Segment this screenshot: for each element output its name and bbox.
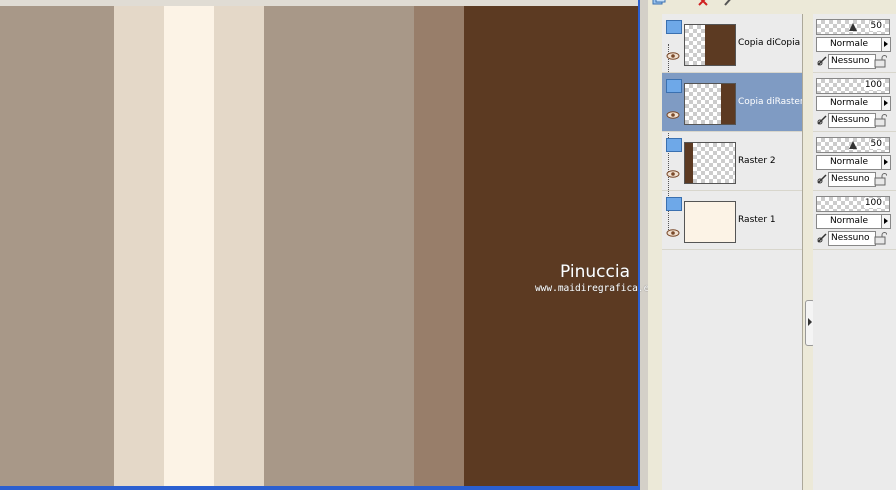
link-icon[interactable]	[816, 173, 828, 185]
layer-thumbnail[interactable]	[684, 142, 736, 184]
canvas-border	[638, 0, 640, 490]
layer-name[interactable]: Raster 1	[738, 215, 802, 225]
opacity-value: 50	[869, 21, 883, 31]
layer-thumbnail[interactable]	[684, 201, 736, 243]
canvas-stripe	[214, 6, 264, 486]
layer-row[interactable]: Copia diCopia c	[662, 14, 802, 73]
edit-icon[interactable]	[722, 0, 736, 6]
canvas-image[interactable]	[0, 6, 640, 486]
opacity-value: 100	[863, 198, 883, 208]
layer-thumbnail[interactable]	[684, 83, 736, 125]
opacity-slider-marker[interactable]	[849, 23, 857, 31]
mask-select[interactable]: Nessuno	[828, 172, 876, 187]
canvas-stripe	[264, 6, 414, 486]
blend-mode-select[interactable]: Normale	[816, 96, 882, 111]
link-icon[interactable]	[816, 232, 828, 244]
layer-properties-panel: 50 Normale Nessuno 100 Normale Nessuno 50 Norma…	[813, 14, 896, 490]
raster-layer-icon[interactable]	[666, 197, 682, 211]
canvas-stripe	[0, 6, 114, 486]
opacity-slider[interactable]: 100	[816, 78, 890, 94]
layer-properties-row: 100 Normale Nessuno	[813, 73, 896, 132]
layer-name[interactable]: Raster 2	[738, 156, 802, 166]
raster-layer-icon[interactable]	[666, 79, 682, 93]
layers-toolbar	[648, 0, 896, 8]
blend-mode-select[interactable]: Normale	[816, 37, 882, 52]
layer-row[interactable]: Raster 2	[662, 132, 802, 191]
opacity-slider[interactable]: 50	[816, 137, 890, 153]
layer-name[interactable]: Copia diCopia c	[738, 38, 802, 48]
mask-select[interactable]: Nessuno	[828, 113, 876, 128]
lock-icon[interactable]	[873, 231, 887, 245]
canvas-stripe	[464, 6, 640, 486]
mask-select[interactable]: Nessuno	[828, 54, 876, 69]
eye-icon[interactable]	[666, 111, 680, 119]
opacity-value: 100	[863, 80, 883, 90]
layer-list: Copia diCopia c Copia diRaster 2 Raster 2 R…	[662, 14, 803, 490]
layer-properties-row: 100 Normale Nessuno	[813, 191, 896, 250]
lock-icon[interactable]	[873, 113, 887, 127]
blend-mode-select[interactable]: Normale	[816, 214, 882, 229]
chevron-right-icon	[808, 318, 812, 326]
lock-icon[interactable]	[873, 54, 887, 68]
mask-select[interactable]: Nessuno	[828, 231, 876, 246]
opacity-value: 50	[869, 139, 883, 149]
link-icon[interactable]	[816, 55, 828, 67]
raster-layer-icon[interactable]	[666, 20, 682, 34]
canvas-border-bottom	[0, 486, 640, 490]
layer-properties-row: 50 Normale Nessuno	[813, 132, 896, 191]
canvas-stripe	[164, 6, 214, 486]
link-icon[interactable]	[816, 114, 828, 126]
blend-mode-select[interactable]: Normale	[816, 155, 882, 170]
lock-icon[interactable]	[873, 172, 887, 186]
opacity-slider-marker[interactable]	[849, 141, 857, 149]
canvas-stripe	[114, 6, 164, 486]
layer-row[interactable]: Copia diRaster 2	[662, 73, 802, 132]
layer-thumbnail[interactable]	[684, 24, 736, 66]
chevron-right-icon[interactable]	[881, 96, 891, 111]
chevron-right-icon[interactable]	[881, 37, 891, 52]
layer-row[interactable]: Raster 1	[662, 191, 802, 250]
opacity-slider[interactable]: 100	[816, 196, 890, 212]
layer-name[interactable]: Copia diRaster 2	[738, 97, 802, 107]
chevron-right-icon[interactable]	[881, 155, 891, 170]
raster-layer-icon[interactable]	[666, 138, 682, 152]
canvas-stripe	[414, 6, 464, 486]
eye-icon[interactable]	[666, 52, 680, 60]
delete-layer-icon[interactable]	[696, 0, 710, 6]
opacity-slider[interactable]: 50	[816, 19, 890, 35]
eye-icon[interactable]	[666, 229, 680, 237]
layer-properties-row: 50 Normale Nessuno	[813, 14, 896, 73]
eye-icon[interactable]	[666, 170, 680, 178]
chevron-right-icon[interactable]	[881, 214, 891, 229]
new-layer-icon[interactable]	[652, 0, 666, 6]
image-canvas[interactable]	[0, 0, 640, 490]
